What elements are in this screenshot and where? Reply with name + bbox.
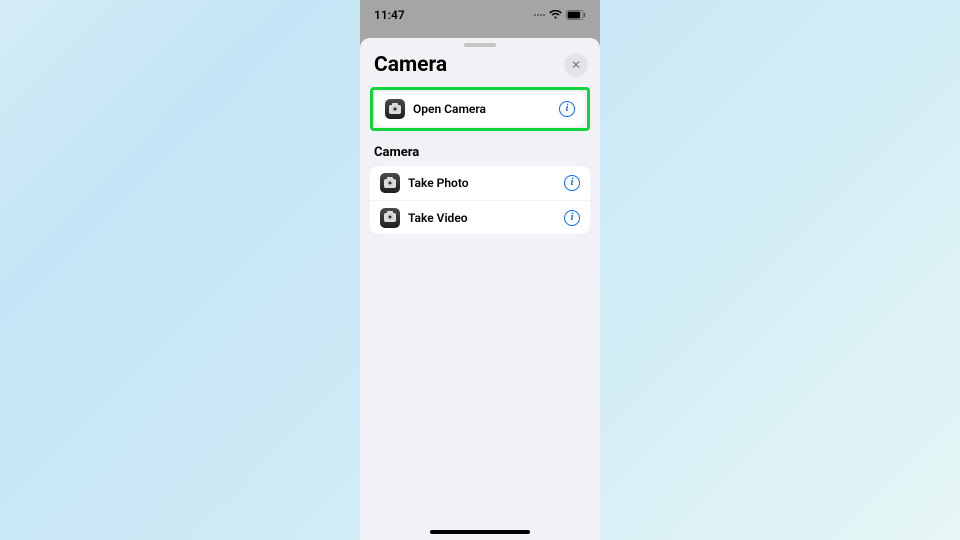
action-take-photo[interactable]: Take Photo i xyxy=(370,166,590,200)
action-label: Open Camera xyxy=(413,102,551,116)
info-icon[interactable]: i xyxy=(564,175,580,191)
sheet-header: Camera ✕ xyxy=(360,47,600,87)
action-label: Take Photo xyxy=(408,176,556,190)
status-time: 11:47 xyxy=(374,8,405,22)
highlighted-action: Open Camera i xyxy=(370,87,590,131)
action-group: Take Photo i Take Video i xyxy=(370,166,590,234)
info-icon[interactable]: i xyxy=(559,101,575,117)
action-take-video[interactable]: Take Video i xyxy=(370,200,590,234)
battery-icon xyxy=(566,10,586,20)
action-open-camera[interactable]: Open Camera i xyxy=(375,92,585,126)
camera-icon xyxy=(385,99,405,119)
camera-icon xyxy=(380,173,400,193)
home-indicator[interactable] xyxy=(430,530,530,534)
action-label: Take Video xyxy=(408,211,556,225)
phone-frame: 11:47 Camera ✕ Open Camera i xyxy=(360,0,600,540)
close-icon: ✕ xyxy=(571,58,581,72)
status-indicators xyxy=(534,10,586,20)
action-sheet: Camera ✕ Open Camera i Camera Take Photo… xyxy=(360,38,600,540)
section-title: Camera xyxy=(370,145,590,166)
sheet-title: Camera xyxy=(374,53,447,77)
close-button[interactable]: ✕ xyxy=(564,53,588,77)
info-icon[interactable]: i xyxy=(564,210,580,226)
cellular-icon xyxy=(534,14,545,16)
camera-icon xyxy=(380,208,400,228)
wifi-icon xyxy=(549,10,562,20)
sheet-content: Open Camera i Camera Take Photo i Take V… xyxy=(360,87,600,234)
status-bar: 11:47 xyxy=(360,0,600,30)
